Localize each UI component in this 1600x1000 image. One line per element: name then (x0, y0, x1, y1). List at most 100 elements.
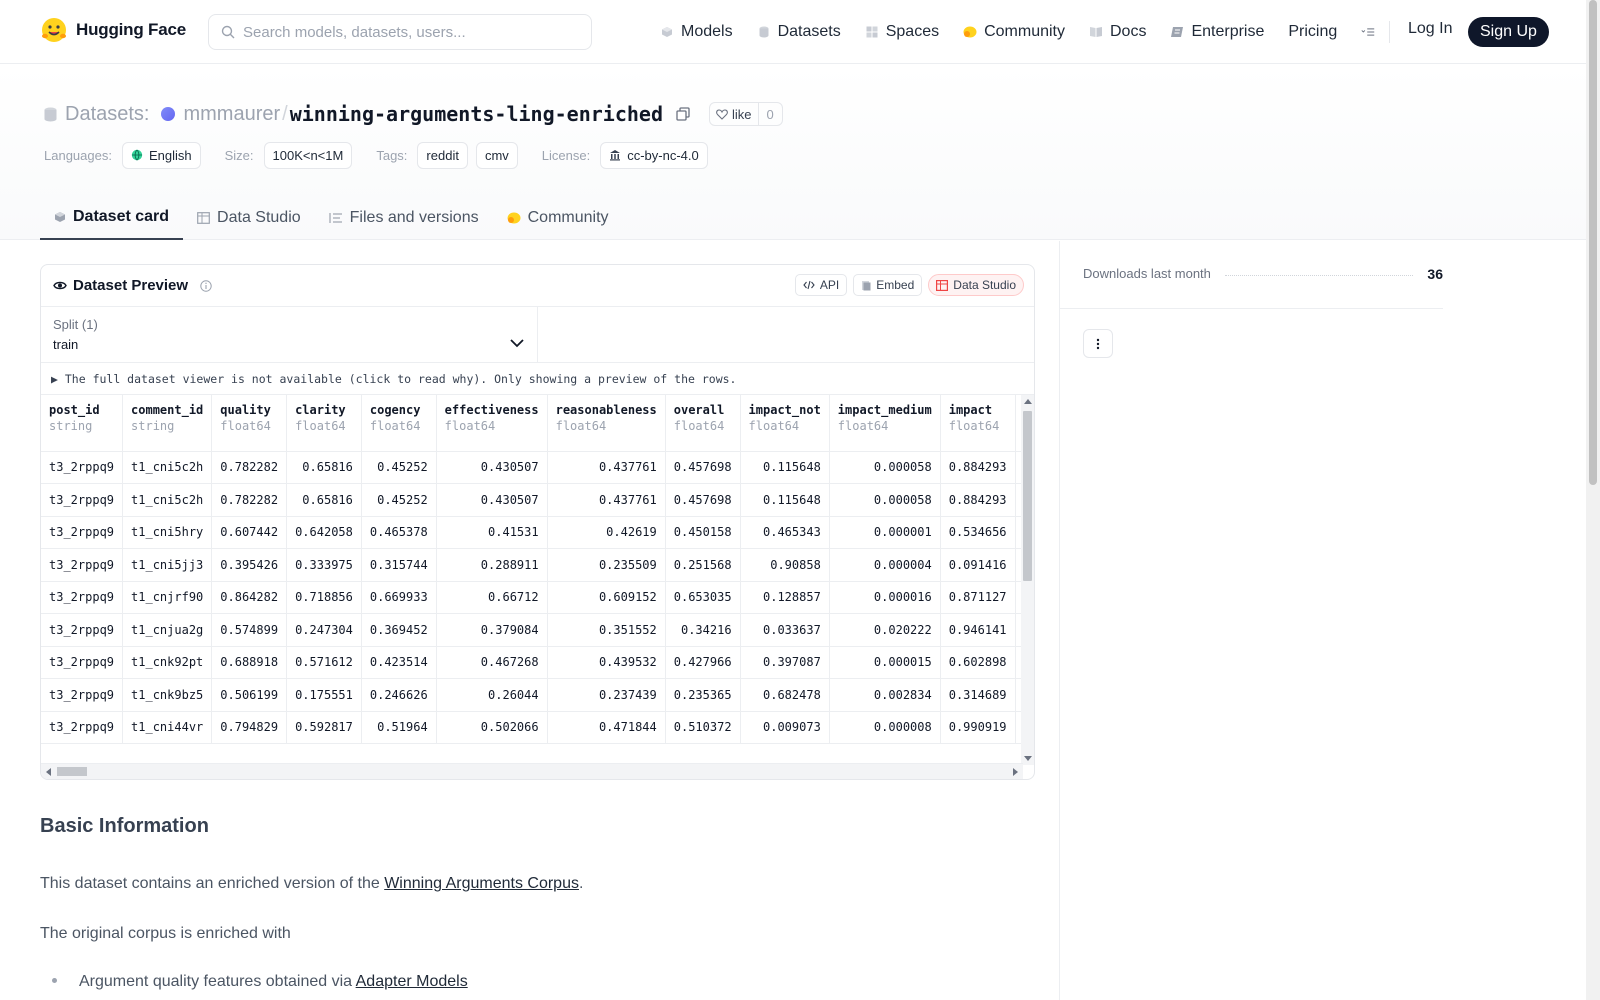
like-button[interactable]: like 0 (709, 102, 783, 126)
table-cell[interactable]: t3_2rppq9 (41, 451, 124, 484)
table-cell[interactable]: 0.000008 (829, 711, 941, 744)
scroll-right-arrow-icon[interactable] (1013, 768, 1018, 776)
table-row[interactable]: t3_2rppq9 t1_cnjrf90 0.864282 0.718856 0.669… (41, 581, 1023, 614)
table-row[interactable]: t3_2rppq9 t1_cni5c2h 0.782282 0.65816 0.4525… (41, 483, 1023, 517)
table-cell[interactable]: 0.502066 (436, 711, 548, 744)
table-cell[interactable]: 0.450158 (665, 516, 741, 549)
signup-button[interactable]: Sign Up (1468, 17, 1549, 47)
table-cell[interactable]: 0.642058 (286, 516, 362, 549)
size-tag[interactable]: 100K<n<1M (263, 141, 353, 169)
table-cell[interactable]: t3_2rppq9 (41, 646, 124, 679)
language-tag[interactable]: English (121, 141, 201, 169)
column-header[interactable]: impact_not float64 (740, 395, 830, 452)
scroll-up-arrow-icon[interactable] (1024, 399, 1032, 404)
table-cell[interactable]: 0.457698 (665, 451, 741, 484)
table-cell[interactable]: 0.175551 (286, 678, 362, 712)
table-cell[interactable]: 0.237439 (547, 678, 666, 712)
table-cell[interactable]: 0.000015 (829, 646, 941, 679)
table-cell[interactable]: 0.000058 (829, 483, 941, 517)
table-cell[interactable]: 0.247304 (286, 613, 362, 647)
table-cell[interactable]: 0.571612 (286, 646, 362, 679)
table-cell[interactable]: t3_2rppq9 (41, 678, 124, 712)
table-cell[interactable]: 0.439532 (547, 646, 666, 679)
table-cell[interactable]: 0.682478 (740, 678, 830, 712)
table-cell[interactable]: 0.471844 (547, 711, 666, 744)
table-cell[interactable]: 0.653035 (665, 581, 741, 614)
column-header[interactable]: cogency float64 (361, 395, 437, 452)
table-cell[interactable]: 0.235365 (665, 678, 741, 712)
search-box[interactable] (208, 14, 592, 50)
table-cell[interactable]: t1_cni5hry (122, 516, 213, 549)
nav-datasets[interactable]: Datasets (757, 23, 841, 41)
table-cell[interactable]: 0.34216 (665, 613, 741, 647)
table-cell[interactable]: 0.42619 (547, 516, 666, 549)
table-row[interactable]: t3_2rppq9 t1_cnk92pt 0.688918 0.571612 0.423… (41, 646, 1023, 679)
table-cell[interactable]: 0.235509 (547, 548, 666, 582)
table-cell[interactable]: 0.510372 (665, 711, 741, 744)
table-cell[interactable]: t1_cnjrf90 (122, 581, 213, 614)
table-cell[interactable]: 0.41531 (436, 516, 548, 549)
table-cell[interactable]: 0.251568 (665, 548, 741, 582)
table-cell[interactable]: 0.369452 (361, 613, 437, 647)
table-cell[interactable]: 0.009073 (740, 711, 830, 744)
table-cell[interactable]: 0.51964 (361, 711, 437, 744)
table-cell[interactable]: 0.465343 (740, 516, 830, 549)
table-cell[interactable]: t1_cnk9bz5 (122, 678, 213, 712)
api-button[interactable]: API (794, 274, 848, 296)
table-cell[interactable]: 0.128857 (740, 581, 830, 614)
page-scrollbar[interactable] (1586, 0, 1600, 1000)
table-cell[interactable]: 0.351552 (547, 613, 666, 647)
table-cell[interactable]: 0.437761 (547, 483, 666, 517)
table-cell[interactable]: 0.574899 (211, 613, 288, 647)
table-cell[interactable]: 0.430507 (436, 483, 548, 517)
nav-docs[interactable]: Docs (1089, 23, 1146, 41)
column-header[interactable]: overall float64 (665, 395, 741, 452)
table-cell[interactable]: 0.000004 (829, 548, 941, 582)
table-cell[interactable]: 0.45252 (361, 451, 437, 484)
table-row[interactable]: t3_2rppq9 t1_cni5hry 0.607442 0.642058 0.465… (41, 516, 1023, 549)
table-vertical-scrollbar[interactable] (1021, 395, 1034, 765)
table-cell[interactable]: 0.946141 (940, 613, 1016, 647)
table-cell[interactable]: 0.884293 (940, 483, 1016, 517)
table-cell[interactable]: 0.506199 (211, 678, 288, 712)
table-cell[interactable]: 0.465378 (361, 516, 437, 549)
table-cell[interactable]: 0.782282 (211, 451, 288, 484)
table-cell[interactable]: 0.669933 (361, 581, 437, 614)
table-cell[interactable]: 0.871127 (940, 581, 1016, 614)
table-cell[interactable]: 0.288911 (436, 548, 548, 582)
tag-chip[interactable]: cmv (475, 141, 518, 169)
adapter-models-link[interactable]: Adapter Models (356, 973, 468, 990)
login-link[interactable]: Log In (1408, 20, 1452, 38)
nav-community[interactable]: Community (963, 23, 1065, 41)
table-cell[interactable]: 0.397087 (740, 646, 830, 679)
table-cell[interactable]: 0.607442 (211, 516, 288, 549)
table-cell[interactable]: 0.688918 (211, 646, 288, 679)
nav-models[interactable]: Models (660, 23, 733, 41)
table-cell[interactable]: 0.437761 (547, 451, 666, 484)
search-input[interactable] (243, 23, 573, 41)
table-row[interactable]: t3_2rppq9 t1_cni5c2h 0.782282 0.65816 0.4525… (41, 451, 1023, 484)
table-cell[interactable]: 0.430507 (436, 451, 548, 484)
tab-dataset-card[interactable]: Dataset card (40, 196, 184, 240)
table-cell[interactable]: 0.26044 (436, 678, 548, 712)
copy-icon[interactable] (675, 106, 691, 122)
table-cell[interactable]: 0.609152 (547, 581, 666, 614)
column-header[interactable]: impact float64 (940, 395, 1016, 452)
table-cell[interactable]: 0.592817 (286, 711, 362, 744)
embed-button[interactable]: Embed (853, 274, 923, 296)
repo-name-link[interactable]: winning-arguments-ling-enriched (290, 102, 663, 126)
table-cell[interactable]: 0.002834 (829, 678, 941, 712)
table-cell[interactable]: t1_cnjua2g (122, 613, 213, 647)
column-header[interactable]: quality float64 (211, 395, 288, 452)
table-cell[interactable]: 0.314689 (940, 678, 1016, 712)
table-cell[interactable]: 0.115648 (740, 483, 830, 517)
nav-enterprise[interactable]: Enterprise (1170, 23, 1264, 41)
tab-community[interactable]: Community (493, 196, 623, 240)
table-cell[interactable]: 0.333975 (286, 548, 362, 582)
column-header[interactable]: clarity float64 (286, 395, 362, 452)
like-button-main[interactable]: like (710, 103, 759, 125)
scroll-left-arrow-icon[interactable] (46, 768, 51, 776)
nav-more-menu[interactable] (1361, 25, 1375, 39)
table-cell[interactable]: 0.246626 (361, 678, 437, 712)
table-cell[interactable]: 0.65816 (286, 451, 362, 484)
